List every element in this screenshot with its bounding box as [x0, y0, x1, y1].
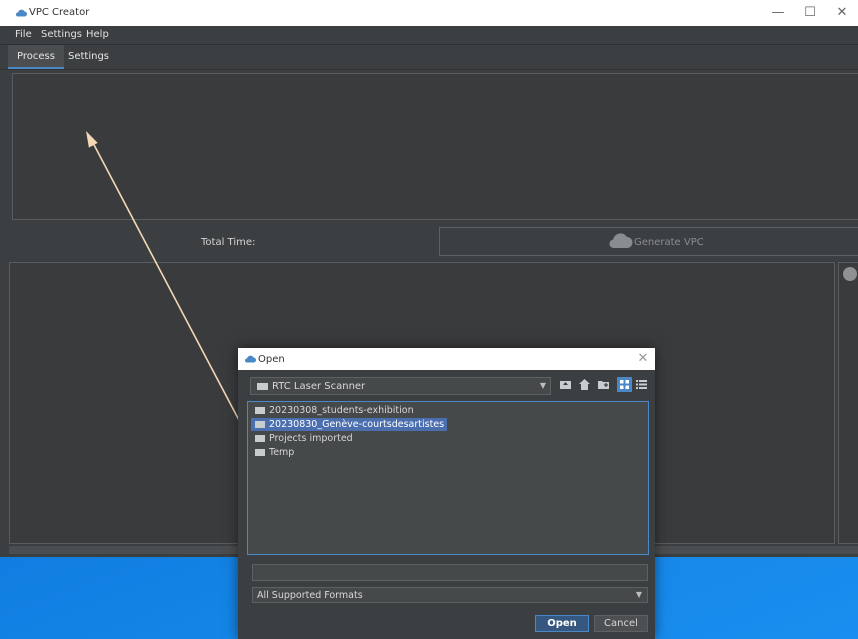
open-dialog: Open ✕ RTC Laser Scanner ▼ 20230308_stud…: [238, 348, 655, 639]
close-button[interactable]: ✕: [826, 0, 858, 26]
folder-icon: [255, 421, 265, 428]
menu-bar: [0, 26, 858, 45]
file-name: Temp: [269, 447, 295, 458]
generate-vpc-label: Generate VPC: [634, 237, 704, 248]
open-button[interactable]: Open: [535, 615, 589, 632]
folder-icon: [255, 449, 265, 456]
file-name-input[interactable]: [252, 564, 648, 581]
tab-bar: [0, 45, 858, 70]
dialog-title-bar: [238, 348, 655, 370]
cloud-logo-icon: [245, 355, 256, 363]
process-input-panel[interactable]: [12, 73, 858, 220]
folder-icon: [257, 383, 268, 390]
location-value: RTC Laser Scanner: [272, 381, 366, 392]
total-time-label: Total Time:: [201, 237, 256, 248]
file-list[interactable]: 20230308_students-exhibition 20230830_Ge…: [247, 401, 649, 555]
dialog-close-button[interactable]: ✕: [634, 350, 652, 368]
up-folder-icon[interactable]: [558, 377, 573, 392]
side-panel: [838, 262, 858, 544]
file-name: 20230830_Genève-courtsdesartistes: [269, 419, 445, 430]
maximize-button[interactable]: ☐: [794, 0, 826, 26]
generate-vpc-button[interactable]: Generate VPC: [439, 227, 858, 256]
location-combo[interactable]: RTC Laser Scanner ▼: [250, 377, 551, 395]
dropdown-arrow-icon: ▼: [539, 381, 546, 390]
menu-settings[interactable]: Settings: [41, 29, 82, 40]
cloud-logo-icon: [16, 9, 27, 17]
file-name: 20230308_students-exhibition: [269, 405, 414, 416]
list-item[interactable]: 20230308_students-exhibition: [251, 404, 417, 417]
folder-icon: [255, 435, 265, 442]
file-type-filter[interactable]: All Supported Formats ▼: [252, 587, 648, 603]
home-icon[interactable]: [577, 377, 592, 392]
menu-file[interactable]: File: [15, 29, 32, 40]
cloud-icon: [609, 233, 633, 248]
cancel-button[interactable]: Cancel: [594, 615, 648, 632]
title-bar: [0, 0, 858, 26]
minimize-button[interactable]: —: [762, 0, 794, 26]
list-item[interactable]: 20230830_Genève-courtsdesartistes: [251, 418, 448, 431]
new-folder-icon[interactable]: [596, 377, 611, 392]
tab-process[interactable]: Process: [8, 45, 64, 69]
list-item[interactable]: Temp: [251, 446, 297, 459]
file-name: Projects imported: [269, 433, 353, 444]
folder-icon: [255, 407, 265, 414]
status-indicator[interactable]: [843, 267, 857, 281]
list-item[interactable]: Projects imported: [251, 432, 356, 445]
window-title: VPC Creator: [29, 7, 90, 18]
details-view-icon[interactable]: [634, 377, 649, 392]
list-view-icon[interactable]: [617, 377, 632, 392]
dropdown-arrow-icon: ▼: [635, 590, 642, 599]
tab-settings[interactable]: Settings: [59, 45, 118, 69]
filter-value: All Supported Formats: [257, 590, 363, 601]
menu-help[interactable]: Help: [86, 29, 109, 40]
dialog-title: Open: [258, 354, 285, 365]
